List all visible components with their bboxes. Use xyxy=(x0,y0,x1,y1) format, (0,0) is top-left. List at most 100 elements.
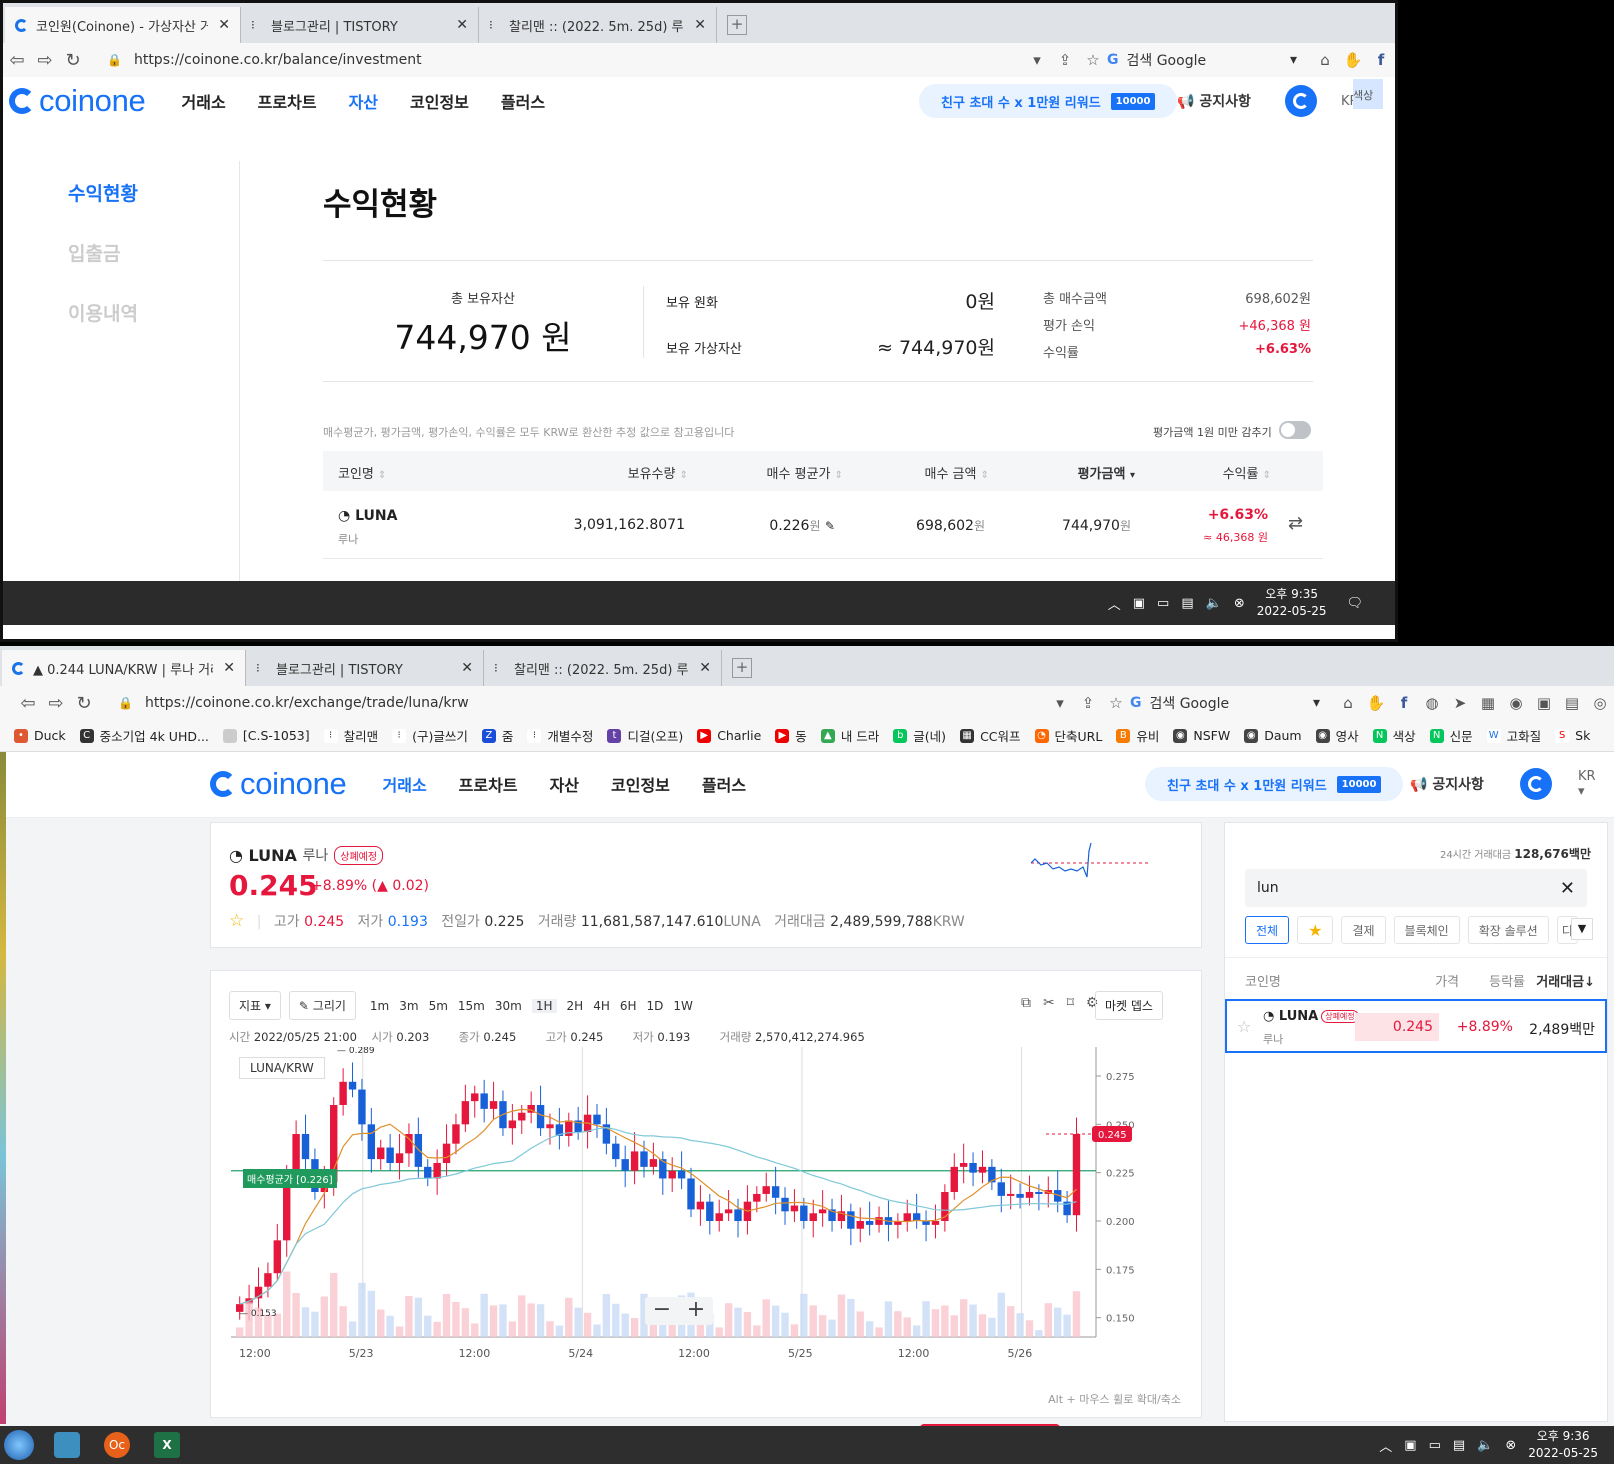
notification-icon[interactable]: 🗨 xyxy=(1346,596,1363,611)
volume-icon[interactable]: 🔈 xyxy=(1477,1438,1493,1453)
reload-icon[interactable]: ↻ xyxy=(59,50,87,71)
tag-icon[interactable]: ⌑ xyxy=(1067,995,1074,1011)
extension-icon[interactable]: ▣ xyxy=(1530,694,1558,712)
bookmark[interactable]: Z줌 xyxy=(481,726,513,745)
monitor-icon[interactable]: ▤ xyxy=(1453,1438,1465,1453)
bookmark[interactable]: • Duck xyxy=(14,728,66,743)
tab-blockchain[interactable]: 블록체인 xyxy=(1393,916,1460,944)
menu-prochart[interactable]: 프로차트 xyxy=(459,772,518,796)
home-icon[interactable]: ⌂ xyxy=(1311,51,1339,69)
bookmark[interactable]: ◉ NSFW xyxy=(1173,728,1230,743)
dropdown-icon[interactable]: ▾ xyxy=(1046,694,1074,712)
market-depth-button[interactable]: 마켓 뎁스 xyxy=(1095,991,1163,1020)
bookmark[interactable]: ◔ 단축URL xyxy=(1034,726,1102,745)
bookmark[interactable]: N 색상 xyxy=(1372,726,1416,745)
start-button[interactable] xyxy=(4,1430,34,1460)
new-tab-button[interactable]: + xyxy=(732,658,752,678)
indicator-button[interactable]: 지표 ▾ xyxy=(229,991,281,1020)
tab-all[interactable]: 전체 xyxy=(1245,916,1290,944)
timeframe-3m[interactable]: 3m xyxy=(399,999,418,1013)
market-search-input[interactable]: lun ✕ xyxy=(1245,869,1587,907)
menu-assets[interactable]: 자산 xyxy=(349,89,378,113)
home-icon[interactable]: ⌂ xyxy=(1334,694,1362,712)
tab-charlieman[interactable]: ⁝찰리맨 :: (2022. 5m. 25d) 루나코인✕ xyxy=(484,650,722,686)
close-circle-icon[interactable]: ⊗ xyxy=(1505,1438,1516,1453)
extension-icon[interactable]: ✋ xyxy=(1339,51,1367,69)
monitor-icon[interactable]: ▤ xyxy=(1181,596,1193,611)
candlestick-chart[interactable]: 0.2750.2500.2250.2000.1750.15012:00 5/23 1… xyxy=(219,1047,1179,1387)
battery-icon[interactable]: ▭ xyxy=(1157,596,1169,611)
close-icon[interactable]: ✕ xyxy=(208,17,230,33)
close-icon[interactable]: ✕ xyxy=(451,660,473,676)
dropdown-icon[interactable]: ▾ xyxy=(1313,695,1320,711)
bookmark[interactable]: ▦ CC워프 xyxy=(960,726,1021,745)
extension-icon[interactable]: ◉ xyxy=(1502,694,1530,712)
chevron-up-icon[interactable]: ︿ xyxy=(1379,1436,1392,1455)
extension-icon[interactable]: ✋ xyxy=(1362,694,1390,712)
timeframe-1w[interactable]: 1W xyxy=(673,999,693,1013)
chevron-down-icon[interactable]: ▼ xyxy=(1571,918,1593,940)
sidebar-item-history[interactable]: 이용내역 xyxy=(68,299,138,326)
bookmark[interactable]: ◉ Daum xyxy=(1244,728,1302,743)
market-col-amount[interactable]: 거래대금↓ xyxy=(1525,971,1595,990)
tab-favorite[interactable]: ★ xyxy=(1297,916,1334,944)
col-eval[interactable]: 평가금액 ▾ xyxy=(1003,463,1135,482)
cursor-icon[interactable]: ➤ xyxy=(1446,694,1474,712)
menu-coininfo[interactable]: 코인정보 xyxy=(410,89,469,113)
market-col-change[interactable]: 등락률 xyxy=(1469,971,1525,990)
bookmark[interactable]: S Sk xyxy=(1555,728,1590,743)
avatar[interactable] xyxy=(1520,768,1552,800)
bookmark[interactable]: ▶ 동 xyxy=(775,726,807,745)
menu-exchange[interactable]: 거래소 xyxy=(182,89,226,113)
draw-button[interactable]: ✎ 그리기 xyxy=(288,991,356,1020)
avatar[interactable] xyxy=(1285,85,1317,117)
facebook-icon[interactable]: f xyxy=(1367,51,1395,69)
favorite-star-icon[interactable]: ☆ xyxy=(229,911,244,931)
bookmark[interactable]: W 고화질 xyxy=(1486,726,1541,745)
timeframe-2h[interactable]: 2H xyxy=(567,999,584,1013)
app-icon[interactable] xyxy=(54,1432,80,1458)
popout-icon[interactable]: ⧉ xyxy=(1021,995,1031,1011)
forward-icon[interactable]: ⇨ xyxy=(31,50,59,71)
reload-icon[interactable]: ↻ xyxy=(70,693,98,714)
extension-icon[interactable]: ◎ xyxy=(1586,694,1614,712)
star-icon[interactable]: ☆ xyxy=(1102,694,1130,712)
close-icon[interactable]: ✕ xyxy=(213,660,235,676)
menu-prochart[interactable]: 프로차트 xyxy=(258,89,317,113)
close-icon[interactable]: ✕ xyxy=(446,17,468,33)
coinone-logo[interactable]: coinone xyxy=(9,83,146,119)
extension-icon[interactable]: ▦ xyxy=(1474,694,1502,712)
forward-icon[interactable]: ⇨ xyxy=(42,693,70,714)
back-icon[interactable]: ⇦ xyxy=(14,693,42,714)
timeframe-1m[interactable]: 1m xyxy=(370,999,389,1013)
menu-plus[interactable]: 플러스 xyxy=(702,772,746,796)
battery-icon[interactable]: ▭ xyxy=(1429,1438,1441,1453)
menu-coininfo[interactable]: 코인정보 xyxy=(611,772,670,796)
ebay-icon[interactable]: ◍ xyxy=(1418,694,1446,712)
bookmark[interactable]: ⁝ 찰리맨 xyxy=(323,726,378,745)
swap-icon[interactable]: ⇄ xyxy=(1288,513,1303,534)
facebook-icon[interactable]: f xyxy=(1390,694,1418,712)
back-icon[interactable]: ⇦ xyxy=(3,50,31,71)
dropdown-icon[interactable]: ▾ xyxy=(1290,52,1297,68)
bookmark[interactable]: t 디걸(오프) xyxy=(607,726,683,745)
timeframe-15m[interactable]: 15m xyxy=(458,999,485,1013)
bookmark[interactable]: ◉ 영사 xyxy=(1315,726,1359,745)
notice-link[interactable]: 📢 공지사항 xyxy=(1410,774,1484,794)
bookmark[interactable]: b 글(네) xyxy=(893,726,946,745)
app-icon[interactable]: Oc xyxy=(104,1432,130,1458)
url-field[interactable]: 🔒 https://coinone.co.kr/exchange/trade/lu… xyxy=(118,695,1046,711)
bookmark[interactable]: ▶ Charlie xyxy=(697,728,761,743)
dropdown-icon[interactable]: ▾ xyxy=(1023,51,1051,69)
tab-tistory[interactable]: ⁝ 블로그관리 | TISTORY ✕ xyxy=(241,7,479,43)
menu-exchange[interactable]: 거래소 xyxy=(383,772,427,796)
bookmark[interactable]: ⁝ 개별수정 xyxy=(527,726,593,745)
tab-scaling[interactable]: 확장 솔루션 xyxy=(1467,916,1549,944)
tab-coinone-balance[interactable]: 코인원(Coinone) - 가상자산 거래:✕ xyxy=(5,7,241,43)
zoom-out-button[interactable]: − xyxy=(645,1297,679,1325)
sidebar-item-deposit[interactable]: 입출금 xyxy=(68,239,120,266)
star-icon[interactable]: ☆ xyxy=(1079,51,1107,69)
favorite-star-icon[interactable]: ☆ xyxy=(1237,1017,1251,1036)
close-circle-icon[interactable]: ⊗ xyxy=(1234,596,1245,611)
market-col-coin[interactable]: 코인명 xyxy=(1245,971,1281,990)
